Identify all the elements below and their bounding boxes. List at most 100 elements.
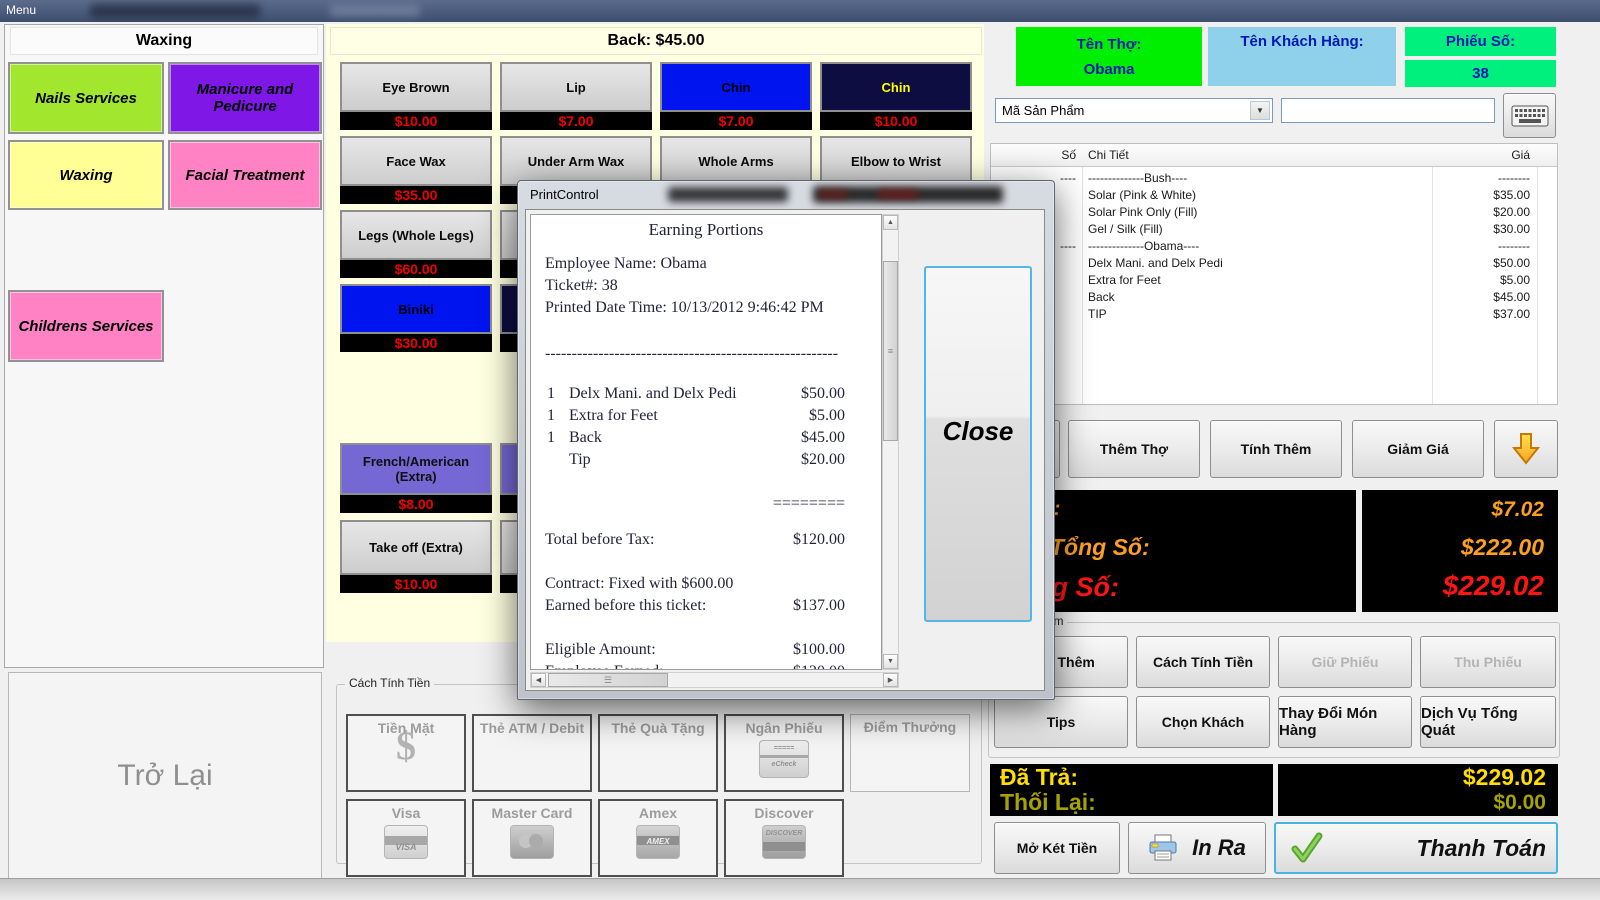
service-chin-2[interactable]: Chin $10.00: [820, 62, 972, 130]
receipt-item: 1 Extra for Feet $5.00: [531, 405, 881, 427]
table-header-gia: Giá: [1432, 148, 1537, 162]
service-take-off-extra[interactable]: Take off (Extra) $10.00: [340, 520, 492, 593]
close-button[interactable]: Close: [924, 266, 1032, 622]
print-button[interactable]: In Ra: [1128, 822, 1266, 874]
scroll-down-icon[interactable]: ▼: [883, 654, 898, 669]
category-facial-treatment[interactable]: Facial Treatment: [168, 140, 322, 210]
button-label: Cách Tính Tiền: [1153, 654, 1253, 670]
back-button[interactable]: Trở Lại: [8, 672, 322, 880]
service-legs-whole[interactable]: Legs (Whole Legs) $60.00: [340, 210, 492, 278]
pay-check[interactable]: Ngân Phiếu =====eCheck: [724, 714, 844, 792]
receipt-contract-line: Contract: Fixed with $600.00: [531, 573, 881, 595]
add-staff-button[interactable]: Thêm Thợ: [1068, 420, 1200, 478]
service-price: $60.00: [340, 260, 492, 278]
pay-discover[interactable]: Discover DISCOVER: [724, 799, 844, 877]
window-menubar: Menu: [0, 0, 1600, 22]
pay-mastercard[interactable]: Master Card: [472, 799, 592, 877]
menu-item[interactable]: Menu: [6, 3, 36, 17]
vertical-scrollbar[interactable]: ▲ ≡ ▼: [882, 214, 899, 670]
receipt-ticket-line: Ticket#: 38: [531, 275, 881, 297]
total-value: $120.00: [765, 529, 845, 551]
dialog-titlebar[interactable]: PrintControl: [518, 181, 1054, 209]
table-row[interactable]: Gel / Silk (Fill) $30.00: [991, 220, 1557, 237]
service-label: Lip: [500, 62, 652, 112]
printer-icon: [1148, 834, 1178, 862]
scroll-down-button[interactable]: [1494, 420, 1558, 478]
receipt-item: 1 Delx Mani. and Delx Pedi $50.00: [531, 383, 881, 405]
pay-cash[interactable]: $ Tiền Mặt: [346, 714, 466, 792]
print-control-dialog: PrintControl Earning Portions Employee N…: [517, 180, 1055, 700]
category-label: Facial Treatment: [186, 167, 305, 184]
service-face-wax[interactable]: Face Wax $35.00: [340, 136, 492, 204]
table-row[interactable]: Back $45.00: [991, 288, 1557, 305]
cell-detail: Solar Pink Only (Fill): [1082, 205, 1432, 219]
pay-gift-card[interactable]: Thẻ Quà Tặng: [598, 714, 718, 792]
cell-gia: $50.00: [1432, 256, 1537, 270]
staff-value: Obama: [1084, 61, 1135, 78]
pay-amex[interactable]: Amex AMEX: [598, 799, 718, 877]
category-childrens-services[interactable]: Childrens Services: [8, 290, 164, 362]
table-row[interactable]: Solar (Pink & White) $35.00: [991, 186, 1557, 203]
keyboard-button[interactable]: [1503, 93, 1556, 138]
pos-window: Menu Waxing Nails Services Manicure and …: [0, 0, 1600, 900]
scroll-up-icon[interactable]: ▲: [883, 215, 898, 230]
pay-atm-debit[interactable]: Thẻ ATM / Debit: [472, 714, 592, 792]
cell-detail: Solar (Pink & White): [1082, 188, 1432, 202]
table-row[interactable]: TIP $37.00: [991, 305, 1557, 322]
giu-phieu-button[interactable]: Giữ Phiếu: [1278, 636, 1412, 688]
dialog-body: Earning Portions Employee Name: Obama Ti…: [525, 209, 1045, 691]
scroll-right-icon[interactable]: ▶: [883, 673, 898, 687]
category-label: Childrens Services: [18, 318, 153, 335]
thu-phieu-button[interactable]: Thu Phiếu: [1420, 636, 1556, 688]
close-button-label: Close: [926, 416, 1030, 447]
pay-method-label: Tiền Mặt: [348, 720, 464, 736]
pay-points[interactable]: Điểm Thưởng: [850, 714, 970, 792]
blurred-title-text: [330, 5, 420, 17]
calc-more-button[interactable]: Tính Thêm: [1210, 420, 1342, 478]
table-row[interactable]: Solar Pink Only (Fill) $20.00: [991, 203, 1557, 220]
table-header-so: Số: [991, 148, 1082, 162]
service-lip[interactable]: Lip $7.00: [500, 62, 652, 130]
category-manicure-pedicure[interactable]: Manicure and Pedicure: [168, 62, 322, 134]
scroll-left-icon[interactable]: ◀: [531, 673, 546, 687]
button-label: Giữ Phiếu: [1312, 654, 1379, 670]
discount-button[interactable]: Giảm Giá: [1352, 420, 1484, 478]
table-row[interactable]: ---- --------------Obama---- --------: [991, 237, 1557, 254]
service-french-american-extra[interactable]: French/American (Extra) $8.00: [340, 443, 492, 513]
category-waxing[interactable]: Waxing: [8, 140, 164, 210]
service-price: $7.00: [660, 112, 812, 130]
scrollbar-thumb[interactable]: ☰: [548, 673, 668, 687]
service-price: $7.00: [500, 112, 652, 130]
button-label: Thanh Toán: [1417, 835, 1556, 862]
chon-khach-button[interactable]: Chọn Khách: [1136, 696, 1270, 748]
table-row[interactable]: Extra for Feet $5.00: [991, 271, 1557, 288]
service-eye-brown[interactable]: Eye Brown $10.00: [340, 62, 492, 130]
thay-doi-mon-hang-button[interactable]: Thay Đổi Món Hàng: [1278, 696, 1412, 748]
open-drawer-button[interactable]: Mở Két Tiền: [994, 822, 1120, 874]
receipt-equals: ========: [531, 493, 881, 515]
service-label: Legs (Whole Legs): [340, 210, 492, 260]
horizontal-scrollbar[interactable]: ◀ ☰ ▶: [530, 672, 899, 688]
product-code-dropdown[interactable]: Mã Sản Phẩm ▼: [995, 98, 1273, 123]
service-label: Whole Arms: [660, 136, 812, 186]
service-biniki[interactable]: Biniki $30.00: [340, 284, 492, 352]
category-nails-services[interactable]: Nails Services: [8, 62, 164, 134]
receipt-item: Tip $20.00: [531, 449, 881, 471]
ticket-number-label: Phiếu Số:: [1446, 33, 1515, 50]
receipt-employee-line: Employee Name: Obama: [531, 253, 881, 275]
dich-vu-tong-quat-button[interactable]: Dịch Vụ Tổng Quát: [1420, 696, 1556, 748]
receipt-printed-line: Printed Date Time: 10/13/2012 9:46:42 PM: [531, 297, 881, 319]
service-chin[interactable]: Chin $7.00: [660, 62, 812, 130]
pay-button[interactable]: Thanh Toán: [1274, 822, 1558, 874]
table-row[interactable]: Delx Mani. and Delx Pedi $50.00: [991, 254, 1557, 271]
scrollbar-thumb[interactable]: ≡: [883, 261, 898, 441]
eligible-label: Eligible Amount:: [545, 639, 765, 661]
cach-tinh-tien-button[interactable]: Cách Tính Tiền: [1136, 636, 1270, 688]
tips-button[interactable]: Tips: [994, 696, 1128, 748]
service-label: Chin: [820, 62, 972, 112]
product-code-input[interactable]: [1281, 98, 1495, 123]
pay-visa[interactable]: Visa VISA: [346, 799, 466, 877]
table-row[interactable]: ---- --------------Bush---- --------: [991, 169, 1557, 186]
cell-detail: TIP: [1082, 307, 1432, 321]
button-label: Mở Két Tiền: [1017, 840, 1097, 856]
